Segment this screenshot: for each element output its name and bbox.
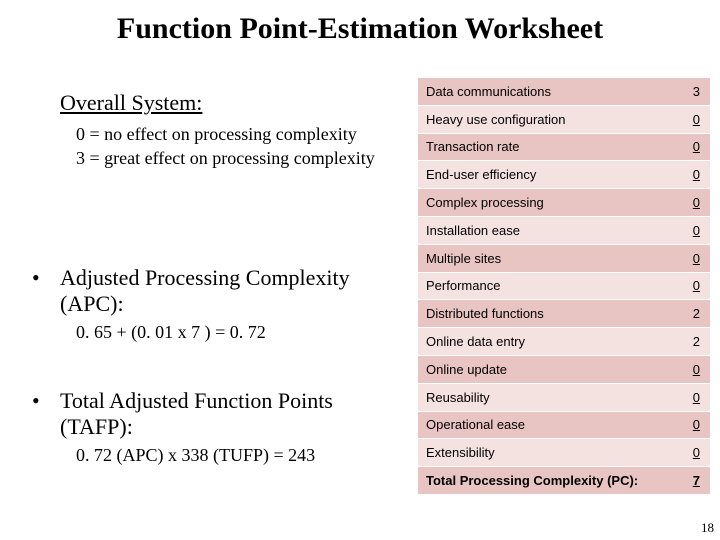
factor-name: Operational ease: [426, 417, 525, 432]
factor-name: Online data entry: [426, 334, 525, 349]
factor-value: 0: [684, 390, 700, 405]
table-row: Extensibility 0: [418, 438, 710, 466]
factor-name: Complex processing: [426, 195, 544, 210]
factor-name: Reusability: [426, 390, 490, 405]
table-row: Transaction rate 0: [418, 133, 710, 161]
factor-value: 0: [684, 139, 700, 154]
table-row: Performance 0: [418, 272, 710, 300]
factor-value: 0: [684, 278, 700, 293]
apc-block: • Adjusted Processing Complexity (APC): …: [32, 265, 390, 343]
tafp-label: Total Adjusted Function Points (TAFP):: [60, 388, 390, 441]
table-row: Reusability 0: [418, 383, 710, 411]
factor-value: 3: [684, 84, 700, 99]
table-row: Installation ease 0: [418, 216, 710, 244]
table-row: Online data entry 2: [418, 327, 710, 355]
factor-value: 0: [684, 251, 700, 266]
factor-value: 0: [684, 112, 700, 127]
complexity-factors-table: Data communications 3 Heavy use configurat…: [418, 77, 710, 494]
scale-note-3: 3 = great effect on processing complexit…: [76, 146, 400, 170]
factor-value: 0: [684, 167, 700, 182]
tafp-formula: 0. 72 (APC) x 338 (TUFP) = 243: [76, 445, 390, 466]
factor-name: Multiple sites: [426, 251, 501, 266]
apc-formula: 0. 65 + (0. 01 x 7 ) = 0. 72: [76, 322, 390, 343]
slide: Function Point-Estimation Worksheet Over…: [0, 0, 720, 540]
apc-label: Adjusted Processing Complexity (APC):: [60, 265, 390, 318]
table-row: Heavy use configuration 0: [418, 105, 710, 133]
factor-name: Transaction rate: [426, 139, 519, 154]
total-row: Total Processing Complexity (PC): 7: [418, 466, 710, 494]
factor-name: End-user efficiency: [426, 167, 536, 182]
bullet-icon: •: [32, 265, 60, 291]
factor-name: Installation ease: [426, 223, 520, 238]
page-number: 18: [701, 520, 714, 536]
overall-system-heading: Overall System:: [60, 90, 400, 116]
total-label: Total Processing Complexity (PC):: [426, 473, 638, 488]
slide-title: Function Point-Estimation Worksheet: [0, 12, 720, 46]
factor-value: 0: [684, 223, 700, 238]
factor-value: 0: [684, 445, 700, 460]
factor-name: Distributed functions: [426, 306, 544, 321]
table-row: Online update 0: [418, 355, 710, 383]
factor-value: 0: [684, 362, 700, 377]
scale-note-0: 0 = no effect on processing complexity: [76, 122, 400, 146]
factor-name: Heavy use configuration: [426, 112, 565, 127]
table-row: Data communications 3: [418, 77, 710, 105]
table-row: Distributed functions 2: [418, 299, 710, 327]
factor-value: 0: [684, 195, 700, 210]
bullet-icon: •: [32, 388, 60, 414]
table-row: Operational ease 0: [418, 411, 710, 439]
factor-name: Online update: [426, 362, 507, 377]
factor-name: Extensibility: [426, 445, 495, 460]
table-row: Complex processing 0: [418, 188, 710, 216]
tafp-block: • Total Adjusted Function Points (TAFP):…: [32, 388, 390, 466]
table-row: End-user efficiency 0: [418, 160, 710, 188]
table-row: Multiple sites 0: [418, 244, 710, 272]
factor-name: Data communications: [426, 84, 551, 99]
factor-value: 2: [684, 306, 700, 321]
factor-value: 0: [684, 417, 700, 432]
factor-name: Performance: [426, 278, 500, 293]
left-column: Overall System: 0 = no effect on process…: [60, 90, 400, 171]
total-value: 7: [684, 473, 700, 488]
factor-value: 2: [684, 334, 700, 349]
